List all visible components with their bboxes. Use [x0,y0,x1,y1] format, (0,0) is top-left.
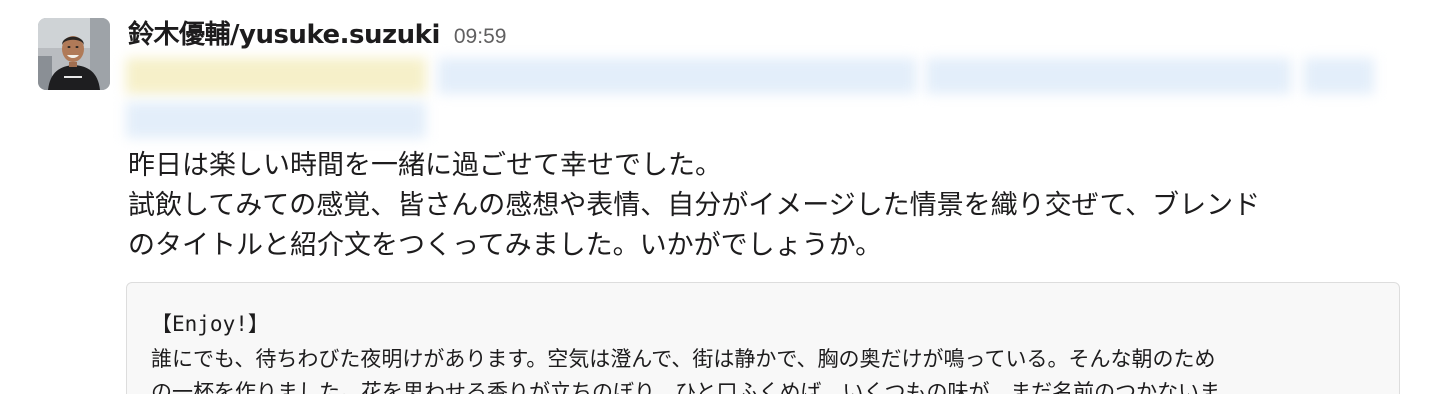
mention-2[interactable] [438,58,916,94]
mention-2-blurred-label [438,58,916,94]
message-header: 鈴木優輔/yusuke.suzuki 09:59 [128,14,506,54]
mention-list [126,58,1376,138]
code-line-2: 誰にでも、待ちわびた夜明けがあります。空気は澄んで、街は静かで、胸の奥だけが鳴っ… [151,347,1216,371]
mention-3[interactable] [926,58,1291,94]
mention-1-blurred-label [126,58,426,94]
message-line-1: 昨日は楽しい時間を一緒に過ごせて幸せでした。 [128,150,722,181]
mention-4b[interactable] [126,102,426,138]
mention-4-blurred-label-start [1304,58,1374,94]
avatar[interactable] [38,18,110,90]
mention-1[interactable] [126,58,426,94]
mention-3-blurred-label [926,58,1291,94]
message-line-2: 試飲してみての感覚、皆さんの感想や表情、自分がイメージした情景を織り交ぜて、ブレ… [128,190,1261,221]
message-body: 昨日は楽しい時間を一緒に過ごせて幸せでした。 試飲してみての感覚、皆さんの感想や… [128,146,1398,266]
mention-4-blurred-label-end [126,102,426,138]
code-block: 【Enjoy!】 誰にでも、待ちわびた夜明けがあります。空気は澄んで、街は静かで… [126,282,1400,394]
mention-4a[interactable] [1304,58,1374,94]
avatar-photo [38,18,110,90]
code-line-1: 【Enjoy!】 [151,312,269,336]
code-line-3: の一杯を作りました。花を思わせる香りが立ちのぼり、ひと口ふくめば、いくつもの味が… [151,380,1221,394]
message-timestamp[interactable]: 09:59 [454,25,507,49]
message-line-3: のタイトルと紹介文をつくってみました。いかがでしょうか。 [128,230,883,261]
sender-name[interactable]: 鈴木優輔/yusuke.suzuki [128,14,440,51]
chat-message: 鈴木優輔/yusuke.suzuki 09:59 昨日は楽しい時間を一緒に過ごせ… [0,0,1438,394]
